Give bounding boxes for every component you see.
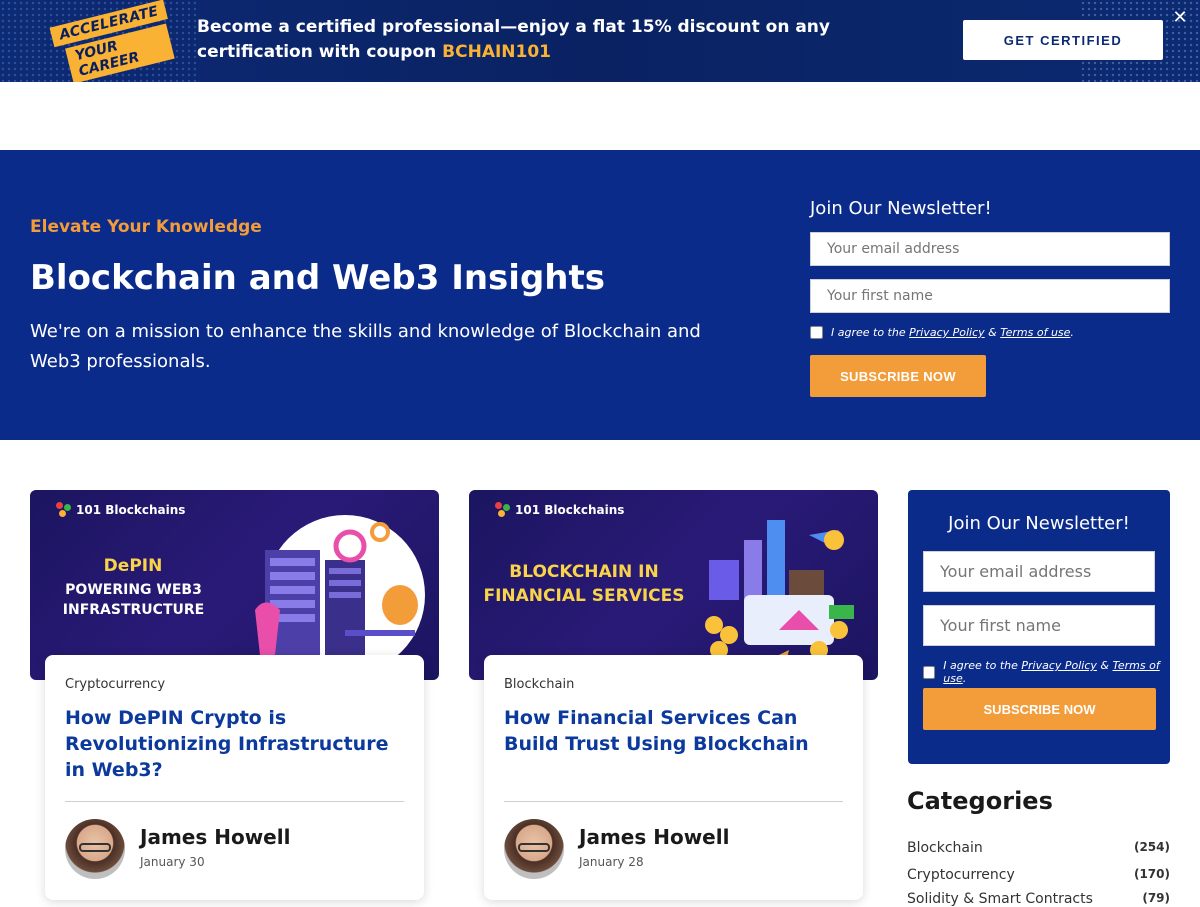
hero-section: Elevate Your Knowledge Blockchain and We… — [0, 150, 1200, 440]
category-item[interactable]: Cryptocurrency (170) — [907, 867, 1170, 883]
avatar[interactable] — [65, 819, 125, 879]
category-label[interactable]: Solidity & Smart Contracts — [907, 891, 1093, 907]
agree-checkbox[interactable] — [810, 326, 823, 339]
terms-of-use-link[interactable]: Terms of use — [1000, 326, 1070, 339]
category-count: (254) — [1133, 840, 1170, 854]
privacy-policy-link[interactable]: Privacy Policy — [1021, 659, 1097, 672]
get-certified-button[interactable]: GET CERTIFIED — [963, 20, 1163, 60]
email-field[interactable] — [810, 232, 1170, 266]
agree-text: I agree to the Privacy Policy & Terms of… — [943, 659, 1170, 685]
article-title[interactable]: How DePIN Crypto is Revolutionizing Infr… — [65, 705, 405, 783]
first-name-field[interactable] — [923, 605, 1155, 646]
divider — [65, 801, 404, 802]
category-item[interactable]: Solidity & Smart Contracts (79) — [907, 891, 1170, 907]
subscribe-button[interactable]: SUBSCRIBE NOW — [810, 355, 986, 397]
close-icon[interactable]: ✕ — [1170, 8, 1190, 28]
glasses-icon — [518, 843, 550, 852]
publish-date: January 30 — [140, 855, 205, 869]
agree-amp: & — [984, 326, 1001, 339]
avatar[interactable] — [504, 819, 564, 879]
article-card-body: Blockchain How Financial Services Can Bu… — [484, 655, 863, 900]
promo-banner: ACCELERATE YOUR CAREER Become a certifie… — [0, 0, 1200, 82]
thumb-headline-1: BLOCKCHAIN IN — [509, 562, 659, 582]
agree-prefix: I agree to the — [943, 659, 1022, 672]
article-category[interactable]: Blockchain — [504, 677, 574, 692]
first-name-field[interactable] — [810, 279, 1170, 313]
logo-text: 101 Blockchains — [515, 503, 625, 517]
categories-title: Categories — [907, 787, 1053, 815]
category-label[interactable]: Cryptocurrency — [907, 867, 1015, 883]
glasses-icon — [79, 843, 111, 852]
page-title: Blockchain and Web3 Insights — [30, 258, 605, 298]
coupon-code: BCHAIN101 — [442, 42, 552, 62]
category-label[interactable]: Blockchain — [907, 840, 983, 856]
email-field[interactable] — [923, 551, 1155, 592]
thumb-headline-3: INFRASTRUCTURE — [62, 602, 205, 618]
brand-logo: 101 Blockchains — [495, 502, 624, 518]
newsletter-title: Join Our Newsletter! — [948, 513, 1130, 534]
article-card[interactable]: 101 Blockchains DePIN POWERING WEB3 INFR… — [30, 490, 439, 900]
category-item[interactable]: Blockchain (254) — [907, 840, 1170, 856]
article-card[interactable]: 101 Blockchains BLOCKCHAIN IN FINANCIAL … — [469, 490, 878, 900]
agree-period: . — [1070, 326, 1074, 339]
agree-checkbox[interactable] — [923, 665, 936, 679]
thumb-headline-2: FINANCIAL SERVICES — [483, 586, 685, 606]
sidebar-newsletter: Join Our Newsletter! I agree to the Priv… — [908, 490, 1170, 764]
hero-eyebrow: Elevate Your Knowledge — [30, 217, 262, 237]
article-category[interactable]: Cryptocurrency — [65, 677, 165, 692]
agree-period: . — [962, 672, 967, 685]
author-name[interactable]: James Howell — [579, 825, 729, 849]
agree-text: I agree to the Privacy Policy & Terms of… — [831, 326, 1074, 339]
article-title[interactable]: How Financial Services Can Build Trust U… — [504, 705, 844, 757]
category-count: (79) — [1142, 891, 1170, 905]
brand-logo: 101 Blockchains — [56, 502, 185, 518]
agree-checkbox-row: I agree to the Privacy Policy & Terms of… — [810, 326, 1074, 339]
article-card-body: Cryptocurrency How DePIN Crypto is Revol… — [45, 655, 424, 900]
article-thumbnail[interactable]: 101 Blockchains DePIN POWERING WEB3 INFR… — [30, 490, 439, 680]
agree-prefix: I agree to the — [831, 326, 910, 339]
article-thumbnail[interactable]: 101 Blockchains BLOCKCHAIN IN FINANCIAL … — [469, 490, 878, 680]
agree-checkbox-row: I agree to the Privacy Policy & Terms of… — [923, 659, 1170, 685]
logo-icon — [495, 502, 511, 518]
category-count: (170) — [1133, 867, 1170, 881]
logo-text: 101 Blockchains — [76, 503, 186, 517]
thumb-headline-1: DePIN — [103, 556, 163, 576]
divider — [504, 801, 843, 802]
publish-date: January 28 — [579, 855, 644, 869]
newsletter-title: Join Our Newsletter! — [810, 198, 992, 219]
thumb-headline-2: POWERING WEB3 — [65, 582, 202, 598]
subscribe-button[interactable]: SUBSCRIBE NOW — [923, 688, 1156, 730]
agree-amp: & — [1096, 659, 1113, 672]
author-name[interactable]: James Howell — [140, 825, 290, 849]
promo-text: Become a certified professional—enjoy a … — [197, 15, 917, 65]
logo-icon — [56, 502, 72, 518]
privacy-policy-link[interactable]: Privacy Policy — [909, 326, 985, 339]
hero-description: We're on a mission to enhance the skills… — [30, 321, 701, 372]
